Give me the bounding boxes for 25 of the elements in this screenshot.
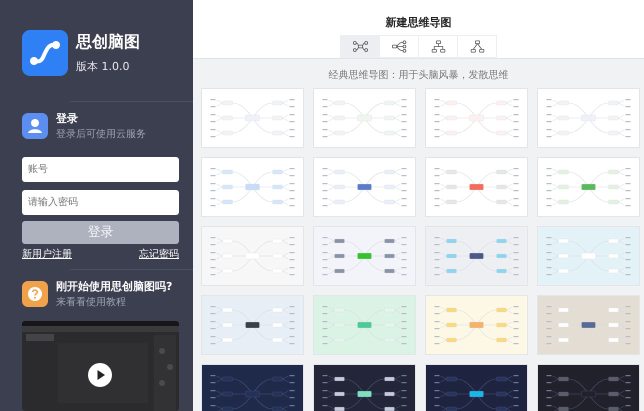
template-card[interactable]: [537, 364, 640, 411]
account-field[interactable]: 账号: [22, 156, 179, 182]
template-card[interactable]: [201, 364, 304, 411]
app-name: 思创脑图: [76, 32, 140, 53]
login-subtitle: 登录后可使用云服务: [56, 128, 146, 141]
branch-diagram-icon: [390, 40, 408, 53]
play-button[interactable]: [88, 362, 112, 387]
password-field[interactable]: 请输入密码: [22, 190, 179, 215]
template-card[interactable]: [313, 364, 416, 411]
app-logo: [22, 30, 68, 76]
version-label: 版本 1.0.0: [76, 59, 130, 74]
help-title: 刚开始使用思创脑图吗?: [56, 278, 172, 294]
layout-tab[interactable]: [341, 36, 380, 57]
help-subtitle: 来看看使用教程: [56, 296, 127, 309]
question-icon: [22, 280, 48, 307]
hierarchy-icon: [468, 40, 486, 53]
login-title: 登录: [56, 110, 79, 126]
dialog-title: 新建思维导图: [386, 15, 452, 30]
template-card[interactable]: [425, 364, 528, 411]
user-icon: [22, 112, 48, 139]
register-link[interactable]: 新用户注册: [22, 247, 72, 262]
forgot-password-link[interactable]: 忘记密码: [139, 247, 179, 262]
hierarchy-icon: [430, 40, 446, 53]
layout-description: 经典思维导图：用于头脑风暴，发散思维: [328, 68, 508, 82]
branch-diagram-icon: [352, 40, 368, 53]
